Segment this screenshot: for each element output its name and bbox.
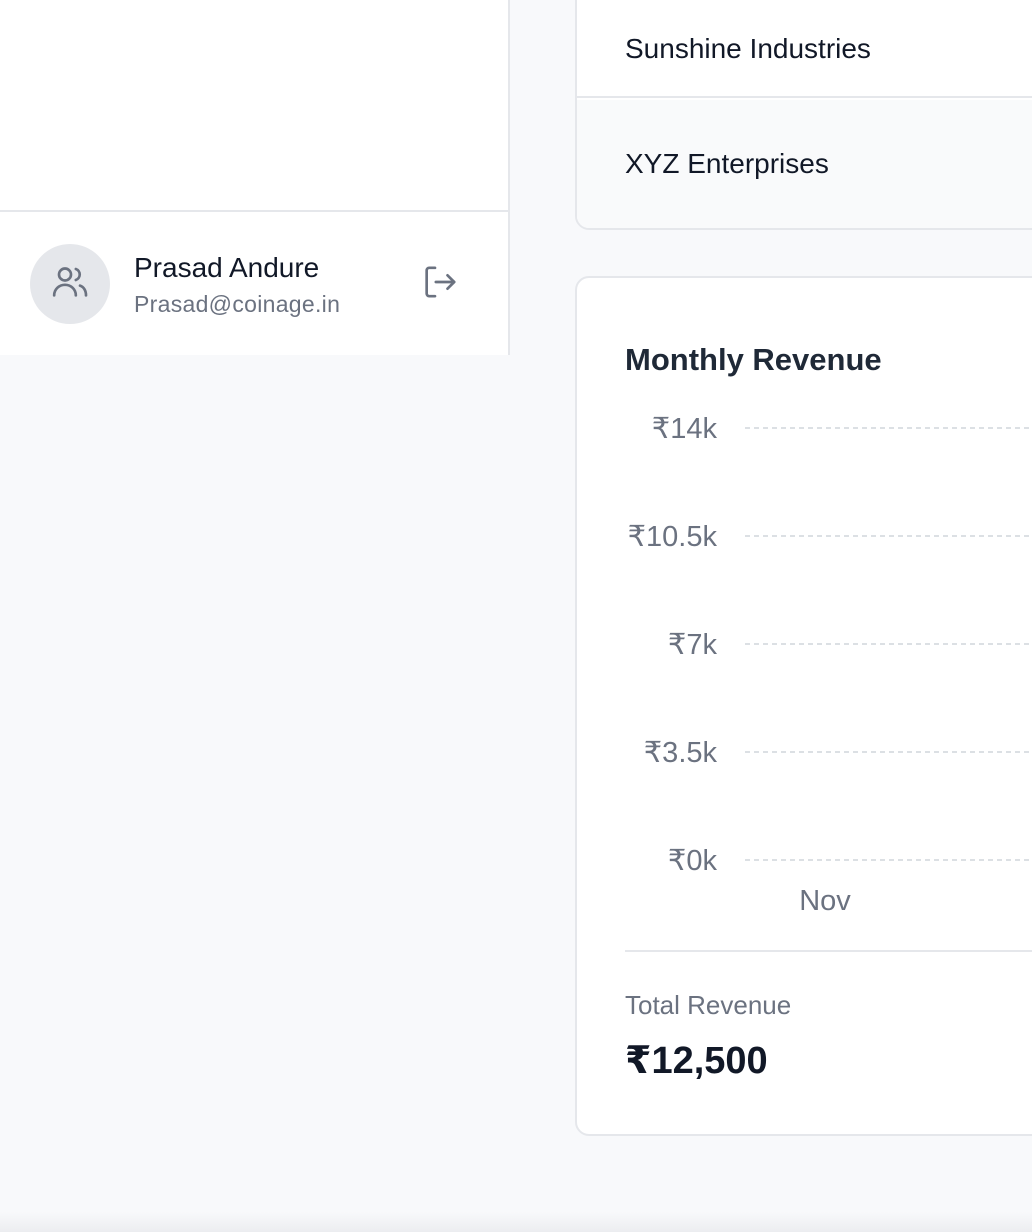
client-list: Sunshine Industries XYZ Enterprises	[575, 0, 1032, 230]
y-tick-label: ₹0k	[668, 845, 718, 877]
y-tick-label: ₹14k	[652, 413, 718, 445]
user-profile: Prasad Andure Prasad@coinage.in	[0, 212, 508, 355]
users-icon	[50, 262, 90, 307]
total-revenue-label: Total Revenue	[625, 990, 792, 1020]
card-divider	[625, 950, 1032, 952]
monthly-revenue-card: Monthly Revenue ₹14k ₹10.5k ₹7k ₹3.5k ₹0k Nov…	[575, 276, 1032, 1136]
logout-button[interactable]	[418, 262, 462, 306]
y-tick-label: ₹3.5k	[644, 737, 718, 769]
y-tick-label: ₹7k	[668, 629, 718, 661]
client-name: XYZ Enterprises	[625, 148, 829, 179]
x-tick-label: Nov	[799, 885, 851, 917]
avatar[interactable]	[30, 244, 110, 324]
logout-icon	[420, 262, 460, 307]
sidebar: Prasad Andure Prasad@coinage.in	[0, 0, 510, 355]
client-item[interactable]: XYZ Enterprises	[577, 100, 1032, 228]
chart-title: Monthly Revenue	[625, 342, 882, 377]
client-item[interactable]: Sunshine Industries	[577, 0, 1032, 98]
y-tick-label: ₹10.5k	[628, 521, 718, 553]
user-email: Prasad@coinage.in	[134, 291, 341, 317]
page: Prasad Andure Prasad@coinage.in Sunshine…	[0, 0, 1032, 1232]
revenue-chart: ₹14k ₹10.5k ₹7k ₹3.5k ₹0k Nov	[628, 413, 1032, 917]
bottom-shade	[0, 1212, 1032, 1232]
user-name: Prasad Andure	[134, 252, 320, 283]
total-revenue-value: ₹12,500	[625, 1040, 768, 1082]
client-name: Sunshine Industries	[625, 33, 871, 64]
